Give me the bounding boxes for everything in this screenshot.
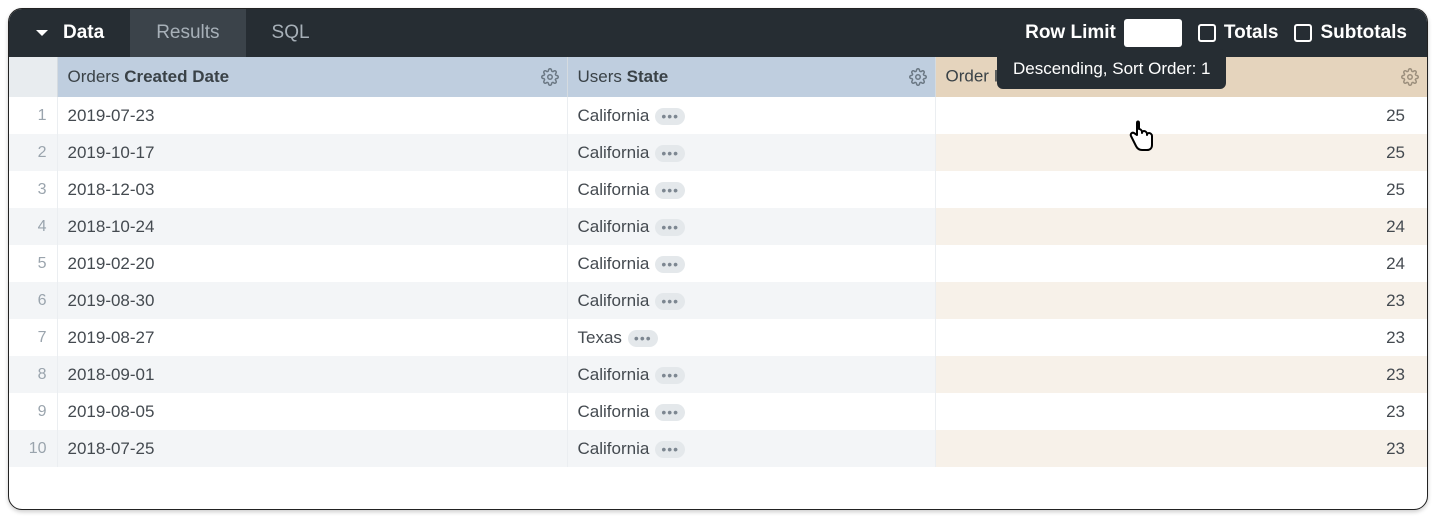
cell-created-date[interactable]: 2019-10-17 — [57, 134, 567, 171]
cell-created-date[interactable]: 2018-12-03 — [57, 171, 567, 208]
subtotals-checkbox[interactable] — [1294, 24, 1312, 42]
cell-order-items-count[interactable]: 23 — [935, 319, 1427, 356]
sort-tooltip: Descending, Sort Order: 1 — [997, 49, 1226, 89]
cell-created-date[interactable]: 2018-10-24 — [57, 208, 567, 245]
data-panel: Data Results SQL Row Limit Totals Subtot… — [8, 8, 1428, 510]
cell-order-items-count[interactable]: 25 — [935, 97, 1427, 134]
cell-created-date[interactable]: 2019-07-23 — [57, 97, 567, 134]
cell-created-date[interactable]: 2019-08-05 — [57, 393, 567, 430]
cell-users-state[interactable]: California••• — [567, 282, 935, 319]
cell-users-state[interactable]: Texas••• — [567, 319, 935, 356]
row-number: 4 — [9, 208, 57, 245]
totals-checkbox[interactable] — [1198, 24, 1216, 42]
column-header-users-state[interactable]: Users State — [567, 57, 935, 97]
gear-icon[interactable] — [909, 68, 927, 86]
cell-users-state[interactable]: California••• — [567, 245, 935, 282]
cell-created-date[interactable]: 2019-02-20 — [57, 245, 567, 282]
row-number: 5 — [9, 245, 57, 282]
ellipsis-icon[interactable]: ••• — [628, 330, 658, 347]
table-row: 42018-10-24California•••24 — [9, 208, 1427, 245]
row-number: 9 — [9, 393, 57, 430]
table-row: 32018-12-03California•••25 — [9, 171, 1427, 208]
tab-sql[interactable]: SQL — [246, 9, 336, 57]
cell-created-date[interactable]: 2019-08-30 — [57, 282, 567, 319]
ellipsis-icon[interactable]: ••• — [655, 219, 685, 236]
row-number: 3 — [9, 171, 57, 208]
table-row: 12019-07-23California•••25 — [9, 97, 1427, 134]
row-limit-label: Row Limit — [1025, 22, 1116, 44]
cell-created-date[interactable]: 2019-08-27 — [57, 319, 567, 356]
cell-order-items-count[interactable]: 24 — [935, 245, 1427, 282]
results-table: Orders Created Date Users State Order It… — [9, 57, 1427, 467]
cell-order-items-count[interactable]: 25 — [935, 171, 1427, 208]
tab-sql-label: SQL — [272, 22, 310, 44]
cell-order-items-count[interactable]: 23 — [935, 282, 1427, 319]
ellipsis-icon[interactable]: ••• — [655, 108, 685, 125]
tab-data[interactable]: Data — [9, 9, 130, 57]
ellipsis-icon[interactable]: ••• — [655, 256, 685, 273]
gear-icon[interactable] — [1401, 68, 1419, 86]
table-row: 82018-09-01California•••23 — [9, 356, 1427, 393]
cell-order-items-count[interactable]: 25 — [935, 134, 1427, 171]
table-row: 102018-07-25California•••23 — [9, 430, 1427, 467]
cell-users-state[interactable]: California••• — [567, 208, 935, 245]
row-limit-input[interactable] — [1124, 19, 1182, 47]
ellipsis-icon[interactable]: ••• — [655, 404, 685, 421]
row-number: 1 — [9, 97, 57, 134]
cell-created-date[interactable]: 2018-09-01 — [57, 356, 567, 393]
cell-order-items-count[interactable]: 23 — [935, 430, 1427, 467]
cell-users-state[interactable]: California••• — [567, 393, 935, 430]
cell-users-state[interactable]: California••• — [567, 134, 935, 171]
chevron-down-icon — [35, 26, 49, 40]
ellipsis-icon[interactable]: ••• — [655, 441, 685, 458]
column-header-created-date[interactable]: Orders Created Date — [57, 57, 567, 97]
ellipsis-icon[interactable]: ••• — [655, 182, 685, 199]
subtotals-label: Subtotals — [1320, 22, 1407, 44]
column-header-rownum — [9, 57, 57, 97]
row-number: 8 — [9, 356, 57, 393]
row-number: 6 — [9, 282, 57, 319]
table-row: 62019-08-30California•••23 — [9, 282, 1427, 319]
cell-users-state[interactable]: California••• — [567, 356, 935, 393]
cell-created-date[interactable]: 2018-07-25 — [57, 430, 567, 467]
table-row: 72019-08-27Texas•••23 — [9, 319, 1427, 356]
ellipsis-icon[interactable]: ••• — [655, 145, 685, 162]
ellipsis-icon[interactable]: ••• — [655, 367, 685, 384]
table-row: 92019-08-05California•••23 — [9, 393, 1427, 430]
tab-data-label: Data — [63, 22, 104, 44]
cell-order-items-count[interactable]: 24 — [935, 208, 1427, 245]
cell-users-state[interactable]: California••• — [567, 430, 935, 467]
tab-results-label: Results — [156, 22, 219, 44]
row-number: 10 — [9, 430, 57, 467]
row-number: 7 — [9, 319, 57, 356]
table-row: 52019-02-20California•••24 — [9, 245, 1427, 282]
cell-order-items-count[interactable]: 23 — [935, 356, 1427, 393]
row-number: 2 — [9, 134, 57, 171]
cell-order-items-count[interactable]: 23 — [935, 393, 1427, 430]
tab-results[interactable]: Results — [130, 9, 245, 57]
ellipsis-icon[interactable]: ••• — [655, 293, 685, 310]
gear-icon[interactable] — [541, 68, 559, 86]
table-row: 22019-10-17California•••25 — [9, 134, 1427, 171]
totals-label: Totals — [1224, 22, 1279, 44]
cell-users-state[interactable]: California••• — [567, 171, 935, 208]
cell-users-state[interactable]: California••• — [567, 97, 935, 134]
